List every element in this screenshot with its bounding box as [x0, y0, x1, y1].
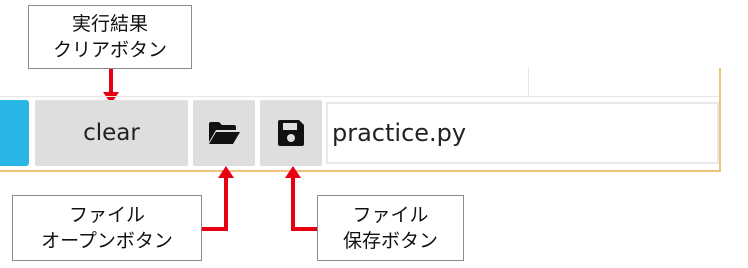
- callout-line: ファイル: [352, 204, 429, 226]
- save-file-button[interactable]: [260, 100, 322, 166]
- callout-line: 実行結果: [71, 13, 148, 35]
- panel-border-right: [719, 68, 721, 172]
- filename-value: practice.py: [332, 119, 467, 147]
- run-button[interactable]: [0, 100, 29, 166]
- callout-arrow-shaft: [224, 177, 228, 231]
- callout-arrow-shaft: [109, 69, 113, 94]
- open-file-button[interactable]: [193, 100, 255, 166]
- callout-line: 保存ボタン: [342, 230, 438, 252]
- floppy-disk-icon: [278, 120, 304, 146]
- callout-arrow-head: [285, 166, 301, 178]
- callout-arrow-head: [218, 166, 234, 178]
- callout-arrow-shaft: [291, 177, 295, 231]
- callout-line: オープンボタン: [41, 230, 173, 252]
- clear-button-callout: 実行結果 クリアボタン: [28, 5, 192, 69]
- filename-input[interactable]: practice.py: [326, 102, 719, 164]
- output-area-divider: [528, 68, 529, 96]
- callout-line: ファイル: [68, 204, 145, 226]
- clear-button[interactable]: clear: [35, 100, 188, 166]
- folder-open-icon: [209, 122, 240, 144]
- open-button-callout: ファイル オープンボタン: [12, 195, 202, 261]
- panel-border-bottom: [0, 170, 721, 172]
- clear-button-label: clear: [83, 120, 140, 146]
- toolbar: clear practice.py: [0, 100, 719, 166]
- output-area-bottom-rule: [0, 96, 719, 97]
- save-button-callout: ファイル 保存ボタン: [317, 195, 464, 261]
- callout-line: クリアボタン: [52, 39, 167, 61]
